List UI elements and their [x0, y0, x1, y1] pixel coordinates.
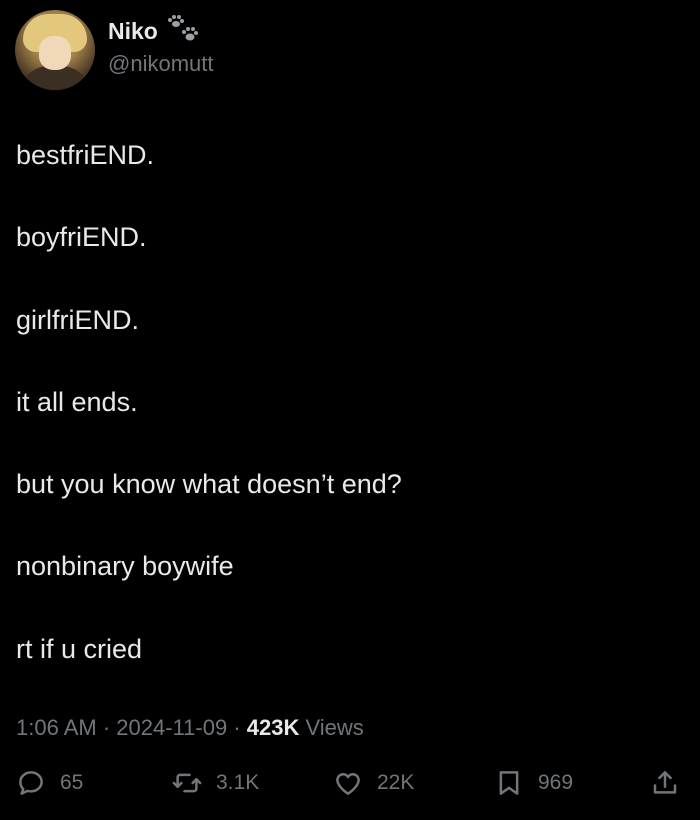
- tweet-line: bestfriEND.: [16, 140, 155, 170]
- retweet-count: 3.1K: [216, 771, 260, 794]
- like-icon: [336, 773, 360, 795]
- action-bar: 65 3.1K 22K 969: [0, 768, 700, 812]
- bookmark-icon: [499, 771, 519, 795]
- user-info: Niko @nikomutt: [108, 15, 213, 77]
- tweet-line: boyfriEND.: [16, 222, 147, 252]
- tweet-meta: 1:06 AM · 2024-11-09 · 423K Views: [16, 715, 364, 740]
- like-count: 22K: [377, 771, 415, 794]
- tweet-line: it all ends.: [16, 387, 138, 417]
- user-handle[interactable]: @nikomutt: [108, 51, 213, 77]
- share-icon: [653, 771, 677, 794]
- bookmark-count: 969: [538, 771, 574, 794]
- tweet-date[interactable]: 2024-11-09: [116, 715, 227, 740]
- retweet-icon: [172, 773, 202, 793]
- reply-count: 65: [60, 771, 84, 794]
- retweet-button[interactable]: 3.1K: [172, 768, 259, 798]
- paw-prints-icon: [167, 15, 198, 41]
- tweet-header: Niko @nikomutt: [15, 10, 213, 90]
- tweet-line: nonbinary boywife: [16, 551, 234, 581]
- bookmark-button[interactable]: 969: [494, 768, 573, 798]
- views-label: Views: [305, 715, 364, 740]
- tweet-line: but you know what doesn’t end?: [16, 469, 402, 499]
- tweet-time[interactable]: 1:06 AM: [16, 715, 97, 740]
- tweet-line: girlfriEND.: [16, 305, 140, 335]
- avatar[interactable]: [15, 10, 95, 90]
- share-button[interactable]: [650, 768, 680, 798]
- like-button[interactable]: 22K: [333, 768, 414, 798]
- display-name[interactable]: Niko: [108, 18, 158, 45]
- views-count[interactable]: 423K: [247, 715, 300, 740]
- tweet-line: rt if u cried: [16, 634, 143, 664]
- reply-icon: [19, 771, 43, 795]
- reply-button[interactable]: 65: [16, 768, 83, 798]
